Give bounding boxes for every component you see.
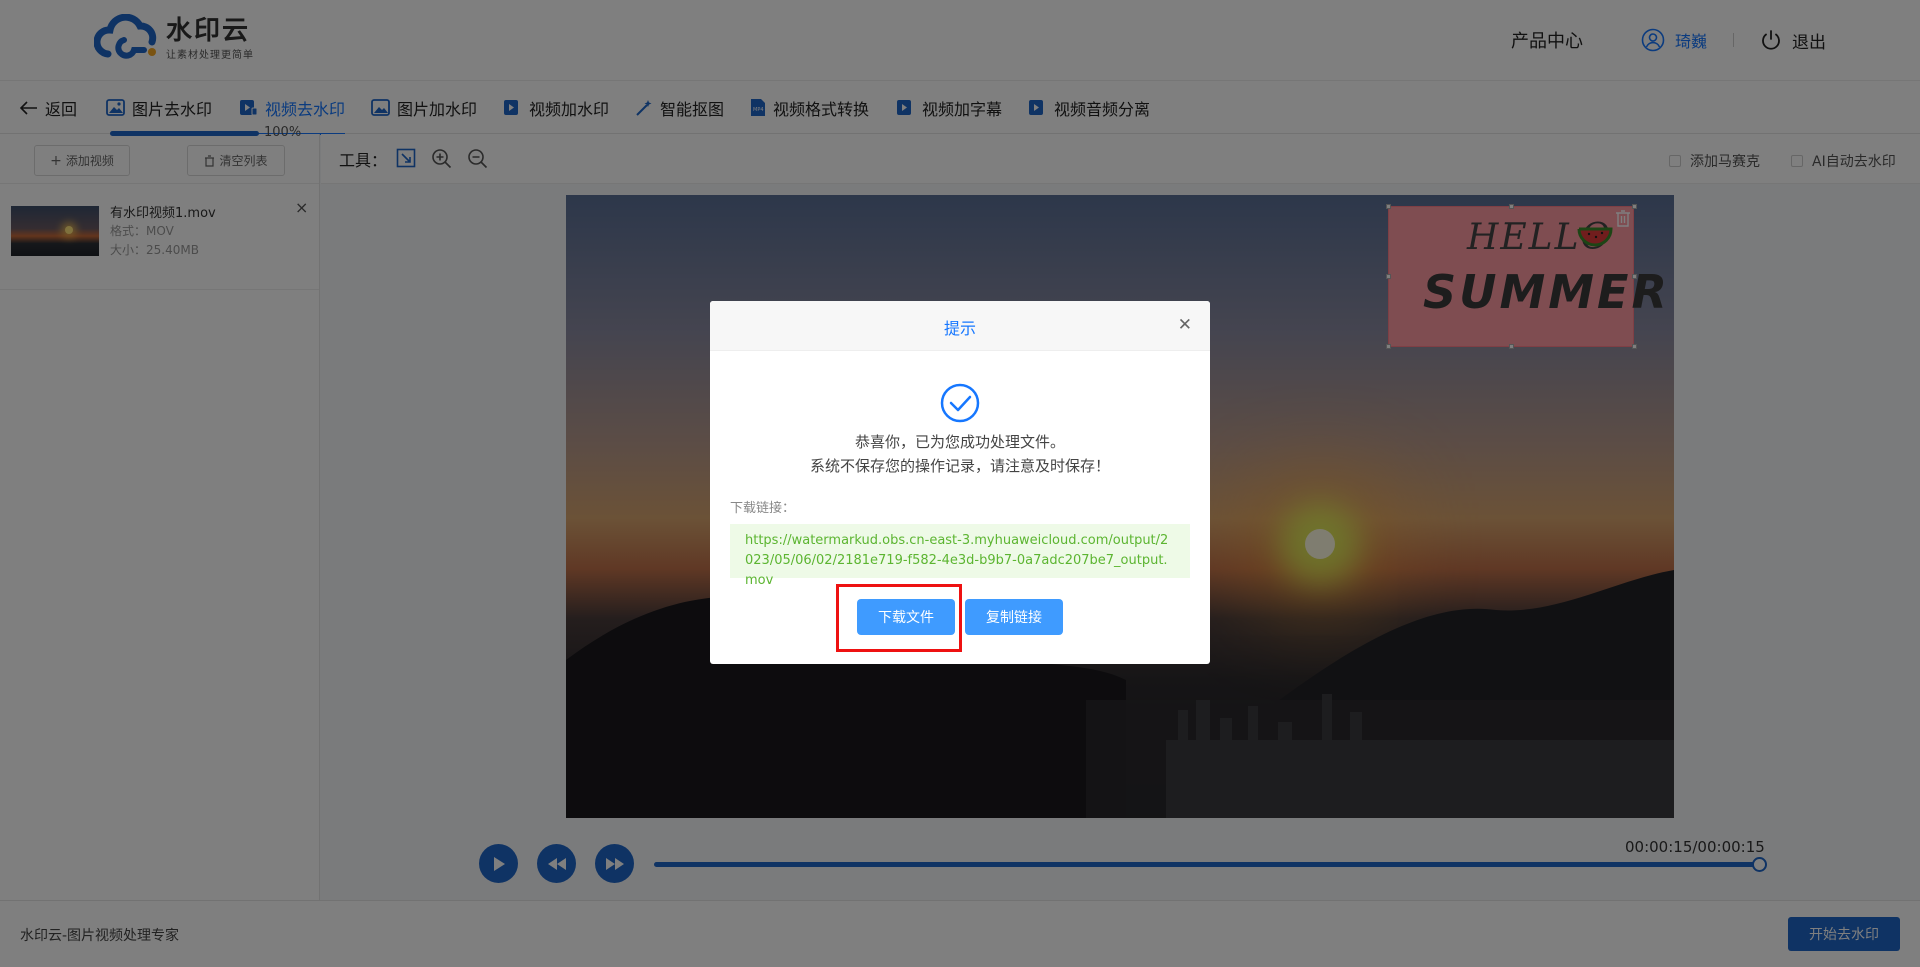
download-link-label: 下载链接： [730,501,796,516]
dialog-header: 提示 ✕ [710,301,1210,351]
highlight-box [836,584,962,652]
copy-link-button[interactable]: 复制链接 [965,599,1063,635]
success-check-icon [940,383,980,423]
dialog-title: 提示 [943,319,976,338]
download-link-url[interactable]: https://watermarkud.obs.cn-east-3.myhuaw… [730,524,1190,588]
close-icon[interactable]: ✕ [1178,315,1192,335]
save-warning-message: 系统不保存您的操作记录，请注意及时保存！ [809,457,1110,475]
success-message: 恭喜你，已为您成功处理文件。 [854,433,1065,451]
